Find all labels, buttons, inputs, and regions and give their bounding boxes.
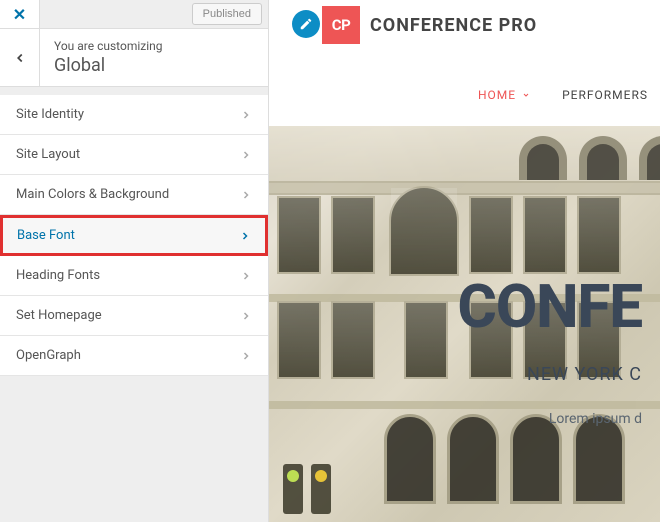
chevron-right-icon — [239, 230, 251, 242]
menu-item-label: Site Layout — [16, 147, 80, 162]
menu-list: Site Identity Site Layout Main Colors & … — [0, 95, 268, 376]
chevron-right-icon — [240, 149, 252, 161]
customizer-topbar: ✕ Published — [0, 0, 268, 29]
menu-item-label: Base Font — [17, 228, 75, 243]
chevron-right-icon — [240, 350, 252, 362]
menu-item-opengraph[interactable]: OpenGraph — [0, 336, 268, 376]
pencil-icon — [299, 17, 313, 31]
nav-label: HOME — [478, 88, 516, 102]
chevron-down-icon — [522, 91, 530, 99]
chevron-right-icon — [240, 109, 252, 121]
edit-shortcut-button[interactable] — [292, 10, 320, 38]
menu-item-base-font[interactable]: Base Font — [0, 215, 268, 256]
menu-item-label: Site Identity — [16, 107, 84, 122]
hero-description: Lorem ipsum d — [458, 411, 643, 427]
close-button[interactable]: ✕ — [0, 0, 40, 29]
breadcrumb-title: Global — [54, 55, 254, 76]
hero-text: CONFE NEW YORK C Lorem ipsum d — [458, 271, 660, 427]
preview-header: CP CONFERENCE PRO HOME PERFORMERS — [269, 0, 660, 126]
hero-section: CONFE NEW YORK C Lorem ipsum d — [269, 126, 660, 522]
preview-pane: CP CONFERENCE PRO HOME PERFORMERS — [269, 0, 660, 522]
menu-item-set-homepage[interactable]: Set Homepage — [0, 296, 268, 336]
menu-item-heading-fonts[interactable]: Heading Fonts — [0, 256, 268, 296]
nav-home[interactable]: HOME — [478, 88, 530, 102]
site-logo[interactable]: CP CONFERENCE PRO — [322, 6, 537, 44]
breadcrumb: You are customizing Global — [0, 29, 268, 87]
menu-item-label: Set Homepage — [16, 308, 102, 323]
menu-item-label: Heading Fonts — [16, 268, 100, 283]
menu-item-site-identity[interactable]: Site Identity — [0, 95, 268, 135]
breadcrumb-label: You are customizing — [54, 39, 254, 53]
hero-title: CONFE — [458, 271, 643, 342]
chevron-right-icon — [240, 270, 252, 282]
nav-label: PERFORMERS — [562, 88, 648, 102]
nav-performers[interactable]: PERFORMERS — [562, 88, 648, 102]
publish-button[interactable]: Published — [192, 3, 262, 25]
menu-item-label: Main Colors & Background — [16, 187, 169, 202]
logo-badge: CP — [322, 6, 360, 44]
back-button[interactable] — [0, 29, 40, 86]
menu-item-label: OpenGraph — [16, 348, 81, 363]
traffic-light-icon — [283, 464, 303, 514]
chevron-right-icon — [240, 310, 252, 322]
hero-subtitle: NEW YORK C — [458, 364, 643, 385]
main-nav: HOME PERFORMERS — [478, 88, 648, 102]
traffic-light-icon — [311, 464, 331, 514]
menu-item-main-colors[interactable]: Main Colors & Background — [0, 175, 268, 215]
chevron-right-icon — [240, 189, 252, 201]
customizer-sidebar: ✕ Published You are customizing Global S… — [0, 0, 269, 522]
logo-text: CONFERENCE PRO — [370, 15, 537, 36]
menu-item-site-layout[interactable]: Site Layout — [0, 135, 268, 175]
